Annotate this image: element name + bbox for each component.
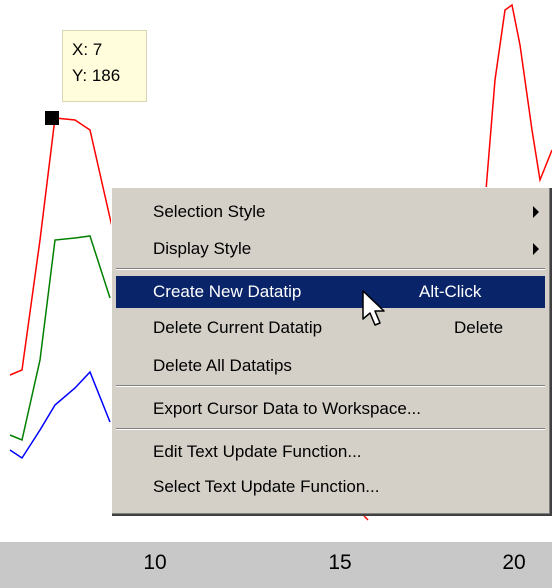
menu-item-label: Delete Current Datatip	[153, 318, 323, 337]
x-axis-strip	[0, 542, 552, 588]
blue-series-line	[9, 370, 111, 460]
menu-item-label: Edit Text Update Function...	[153, 442, 362, 461]
menu-item-label: Select Text Update Function...	[153, 477, 380, 496]
datatip-marker[interactable]	[45, 111, 59, 125]
menu-item-label: Delete All Datatips	[153, 356, 292, 375]
datatip-y-value: Y: 186	[72, 66, 121, 85]
arrow-cursor-icon	[362, 290, 385, 326]
red-series-line-right	[485, 3, 552, 191]
red-series-line	[9, 117, 119, 376]
red-series-line-bottom	[363, 515, 369, 521]
menu-item-label: Create New Datatip	[153, 282, 302, 301]
datatip-box: X: 7 Y: 186	[62, 30, 147, 102]
menu-separator	[116, 428, 545, 430]
x-tick-label: 15	[328, 551, 352, 574]
menu-item-display-style[interactable]: Display Style	[116, 233, 545, 265]
menu-item-export-cursor-data[interactable]: Export Cursor Data to Workspace...	[116, 393, 545, 425]
menu-separator	[116, 385, 545, 387]
menu-item-delete-all-datatips[interactable]: Delete All Datatips	[116, 350, 545, 382]
menu-item-shortcut: Delete	[454, 318, 504, 337]
green-series-line	[9, 235, 111, 442]
menu-item-create-new-datatip[interactable]: Create New Datatip Alt-Click	[116, 276, 545, 308]
menu-item-selection-style[interactable]: Selection Style	[116, 196, 545, 228]
submenu-arrow-icon	[533, 243, 539, 255]
x-tick-label: 20	[502, 551, 526, 574]
menu-item-label: Display Style	[153, 239, 252, 258]
context-menu: Selection Style Display Style Create New…	[111, 187, 552, 516]
datatip-x-value: X: 7	[72, 40, 103, 59]
menu-item-select-text-update-function[interactable]: Select Text Update Function...	[116, 471, 545, 503]
menu-item-shortcut: Alt-Click	[419, 282, 482, 301]
menu-separator	[116, 268, 545, 270]
menu-item-label: Export Cursor Data to Workspace...	[153, 399, 422, 418]
menu-item-label: Selection Style	[153, 202, 266, 221]
menu-item-edit-text-update-function[interactable]: Edit Text Update Function...	[116, 436, 545, 468]
menu-item-delete-current-datatip[interactable]: Delete Current Datatip Delete	[116, 312, 545, 344]
submenu-arrow-icon	[533, 206, 539, 218]
x-tick-label: 10	[143, 551, 167, 574]
